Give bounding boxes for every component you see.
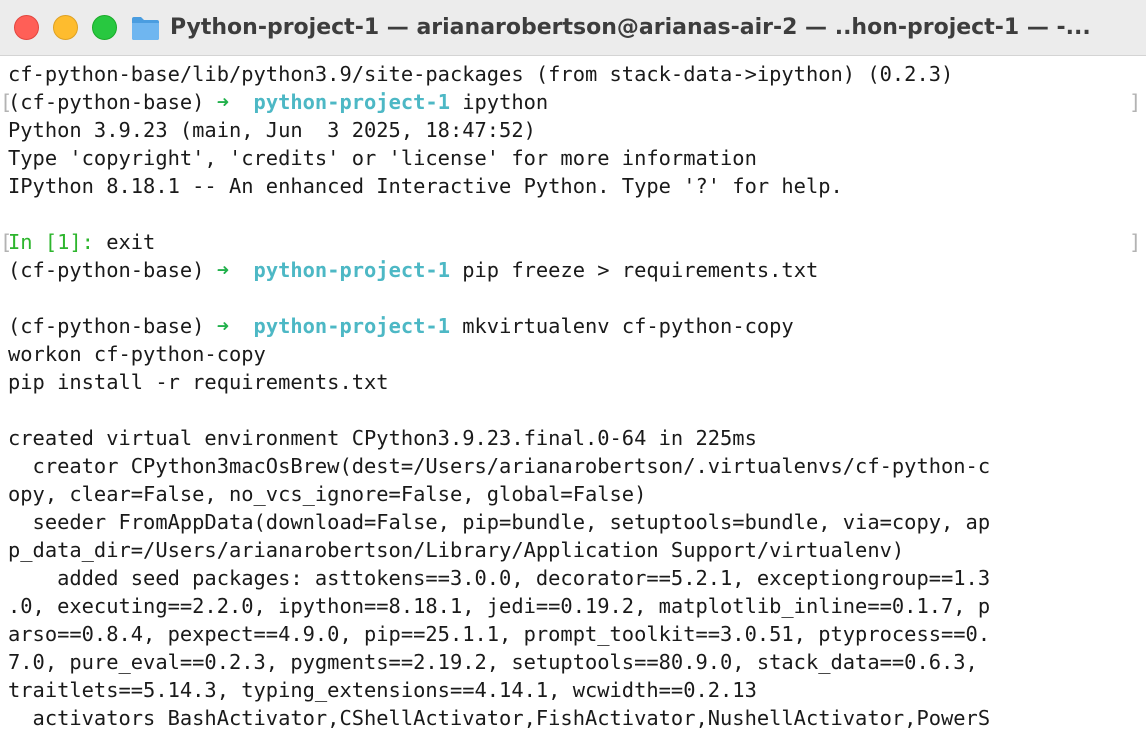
prompt-arrow-icon: ➜ [216, 90, 229, 114]
terminal-line: created virtual environment CPython3.9.2… [8, 424, 1146, 452]
output-text: .0, executing==2.2.0, ipython==8.18.1, j… [8, 594, 991, 618]
terminal-line: workon cf-python-copy [8, 340, 1146, 368]
folder-icon [132, 16, 159, 40]
terminal-line: 7.0, pure_eval==0.2.3, pygments==2.19.2,… [8, 648, 1146, 676]
output-text: cf-python-base/lib/python3.9/site-packag… [8, 62, 954, 86]
terminal-line: p_data_dir=/Users/arianarobertson/Librar… [8, 536, 1146, 564]
output-text: traitlets==5.14.3, typing_extensions==4.… [8, 678, 757, 702]
output-text: creator CPython3macOsBrew(dest=/Users/ar… [8, 454, 991, 478]
prompt-directory: python-project-1 [253, 314, 450, 338]
env-name: (cf-python-base) [8, 314, 217, 338]
terminal-line: added seed packages: asttokens==3.0.0, d… [8, 564, 1146, 592]
title-bar[interactable]: Python-project-1 — arianarobertson@arian… [0, 0, 1146, 56]
command-text: ipython [449, 90, 549, 114]
command-text: exit [106, 230, 156, 254]
prompt-arrow-icon: ➜ [216, 258, 229, 282]
output-text: Type 'copyright', 'credits' or 'license'… [8, 146, 757, 170]
output-text: workon cf-python-copy [8, 342, 266, 366]
line-mark-left: [ [0, 230, 13, 254]
terminal-line: .0, executing==2.2.0, ipython==8.18.1, j… [8, 592, 1146, 620]
ipython-prompt: In [1]: [8, 230, 107, 254]
output-text: 7.0, pure_eval==0.2.3, pygments==2.19.2,… [8, 650, 978, 674]
line-mark-left: [ [0, 90, 13, 114]
terminal-output[interactable]: cf-python-base/lib/python3.9/site-packag… [0, 60, 1146, 746]
terminal-line-empty [8, 396, 1146, 424]
output-text: Python 3.9.23 (main, Jun 3 2025, 18:47:5… [8, 118, 536, 142]
minimize-button[interactable] [53, 15, 78, 40]
terminal-line: seeder FromAppData(download=False, pip=b… [8, 508, 1146, 536]
terminal-line: arso==0.8.4, pexpect==4.9.0, pip==25.1.1… [8, 620, 1146, 648]
output-text: IPython 8.18.1 -- An enhanced Interactiv… [8, 174, 843, 198]
zoom-button[interactable] [92, 15, 117, 40]
terminal-line: cf-python-base/lib/python3.9/site-packag… [8, 60, 1146, 88]
terminal-line: pip install -r requirements.txt [8, 368, 1146, 396]
prompt-directory: python-project-1 [253, 258, 450, 282]
terminal-line: creator CPython3macOsBrew(dest=/Users/ar… [8, 452, 1146, 480]
command-text: pip freeze > requirements.txt [449, 258, 819, 282]
output-text: activators BashActivator,CShellActivator… [8, 706, 991, 730]
command-text: mkvirtualenv cf-python-copy [449, 314, 794, 338]
terminal-line: [In [1]: exit] [0, 228, 1146, 256]
env-name: (cf-python-base) [8, 258, 217, 282]
env-name: (cf-python-base) [8, 90, 217, 114]
output-text: arso==0.8.4, pexpect==4.9.0, pip==25.1.1… [8, 622, 991, 646]
terminal-line-empty [8, 284, 1146, 312]
terminal-line: [(cf-python-base) ➜ python-project-1 ipy… [0, 88, 1146, 116]
terminal-line: traitlets==5.14.3, typing_extensions==4.… [8, 676, 1146, 704]
prompt-arrow-icon: ➜ [216, 314, 229, 338]
terminal-line: opy, clear=False, no_vcs_ignore=False, g… [8, 480, 1146, 508]
terminal-line: (cf-python-base) ➜ python-project-1 pip … [8, 256, 1146, 284]
terminal-line-empty [8, 200, 1146, 228]
output-text: seeder FromAppData(download=False, pip=b… [8, 510, 991, 534]
prompt-directory: python-project-1 [253, 90, 450, 114]
terminal-line: IPython 8.18.1 -- An enhanced Interactiv… [8, 172, 1146, 200]
window-controls [14, 15, 117, 40]
terminal-line: Type 'copyright', 'credits' or 'license'… [8, 144, 1146, 172]
terminal-line: Python 3.9.23 (main, Jun 3 2025, 18:47:5… [8, 116, 1146, 144]
line-mark-right: ] [1129, 230, 1142, 254]
terminal-window: Python-project-1 — arianarobertson@arian… [0, 0, 1146, 746]
terminal-line: activators BashActivator,CShellActivator… [8, 704, 1146, 732]
output-text: created virtual environment CPython3.9.2… [8, 426, 757, 450]
output-text: added seed packages: asttokens==3.0.0, d… [8, 566, 991, 590]
output-text: pip install -r requirements.txt [8, 370, 389, 394]
output-text: opy, clear=False, no_vcs_ignore=False, g… [8, 482, 647, 506]
window-title: Python-project-1 — arianarobertson@arian… [170, 15, 1091, 40]
close-button[interactable] [14, 15, 39, 40]
terminal-line: (cf-python-base) ➜ python-project-1 mkvi… [8, 312, 1146, 340]
output-text: p_data_dir=/Users/arianarobertson/Librar… [8, 538, 905, 562]
line-mark-right: ] [1129, 90, 1142, 114]
